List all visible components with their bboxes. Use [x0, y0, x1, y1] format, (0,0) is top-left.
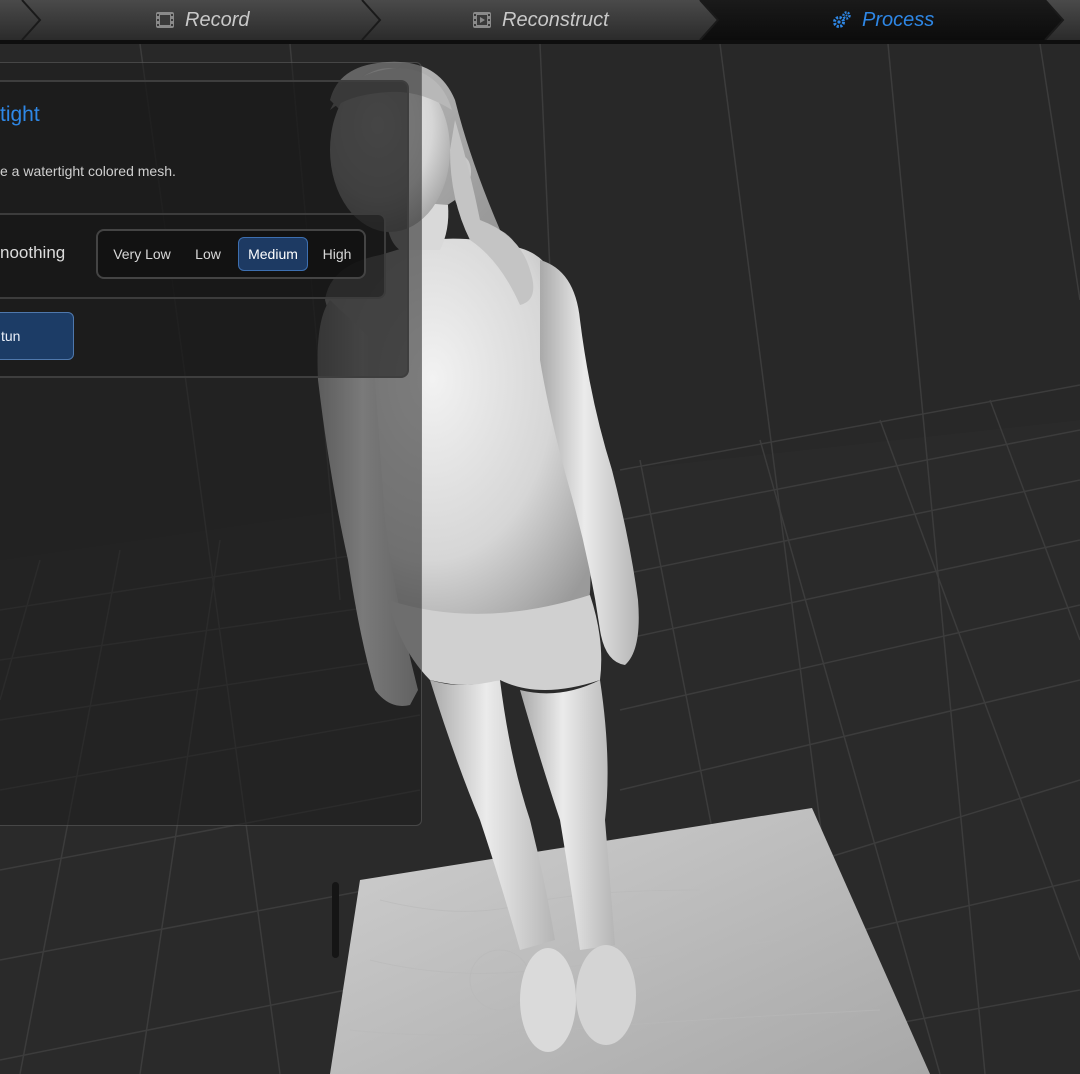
figure-foot-right	[576, 945, 636, 1045]
tool-title: tight	[0, 103, 40, 126]
app-window: Record Reconstruct Process tight e a wat…	[0, 0, 1080, 1074]
run-button[interactable]: tun	[0, 312, 74, 360]
step-reconstruct[interactable]: Reconstruct	[472, 0, 609, 40]
step-process[interactable]: Process	[832, 0, 934, 40]
figure-foot-left	[520, 948, 576, 1052]
smoothing-option-low[interactable]: Low	[180, 237, 236, 271]
step-label: Reconstruct	[502, 8, 609, 31]
step-label: Process	[862, 8, 935, 31]
run-button-label: tun	[1, 328, 21, 344]
film-icon	[472, 10, 492, 30]
smoothing-segmented-control[interactable]: Very Low Low Medium High	[96, 229, 366, 279]
smoothing-label: noothing	[0, 243, 66, 262]
workflow-step-bar: Record Reconstruct Process	[0, 0, 1080, 44]
gears-icon	[832, 10, 852, 30]
tool-description: e a watertight colored mesh.	[0, 163, 176, 179]
smoothing-option-very-low[interactable]: Very Low	[104, 237, 180, 271]
smoothing-option-high[interactable]: High	[310, 237, 364, 271]
film-icon	[155, 10, 175, 30]
panel-resize-handle[interactable]	[332, 882, 339, 958]
step-label: Record	[185, 8, 250, 31]
smoothing-option-medium[interactable]: Medium	[238, 237, 308, 271]
step-record[interactable]: Record	[155, 0, 249, 40]
